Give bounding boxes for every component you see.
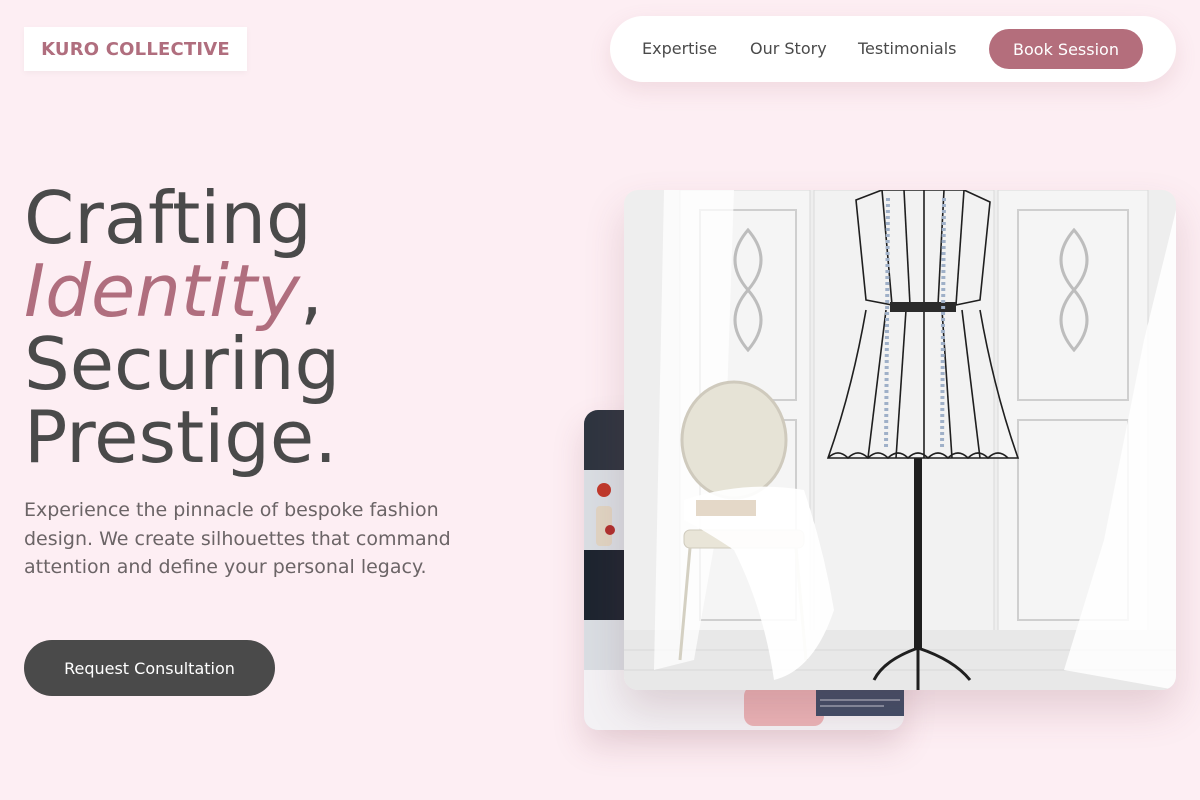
- headline-line-1: Crafting: [24, 176, 312, 260]
- headline-line-3: Securing: [24, 322, 341, 406]
- hero-headline: Crafting Identity, Securing Prestige.: [24, 182, 340, 474]
- nav-link-testimonials[interactable]: Testimonials: [858, 16, 957, 82]
- headline-line-4: Prestige.: [24, 395, 338, 479]
- top-nav: Expertise Our Story Testimonials Book Se…: [610, 16, 1176, 82]
- headline-comma: ,: [299, 249, 323, 333]
- nav-link-expertise[interactable]: Expertise: [642, 16, 717, 82]
- book-session-button[interactable]: Book Session: [989, 29, 1143, 69]
- nav-link-our-story[interactable]: Our Story: [750, 16, 827, 82]
- hero-description: Experience the pinnacle of bespoke fashi…: [24, 499, 451, 578]
- dress-form-photo: [624, 190, 1176, 690]
- request-consultation-button[interactable]: Request Consultation: [24, 640, 275, 696]
- brand-logo[interactable]: KURO COLLECTIVE: [24, 27, 247, 71]
- headline-accent: Identity: [24, 249, 300, 333]
